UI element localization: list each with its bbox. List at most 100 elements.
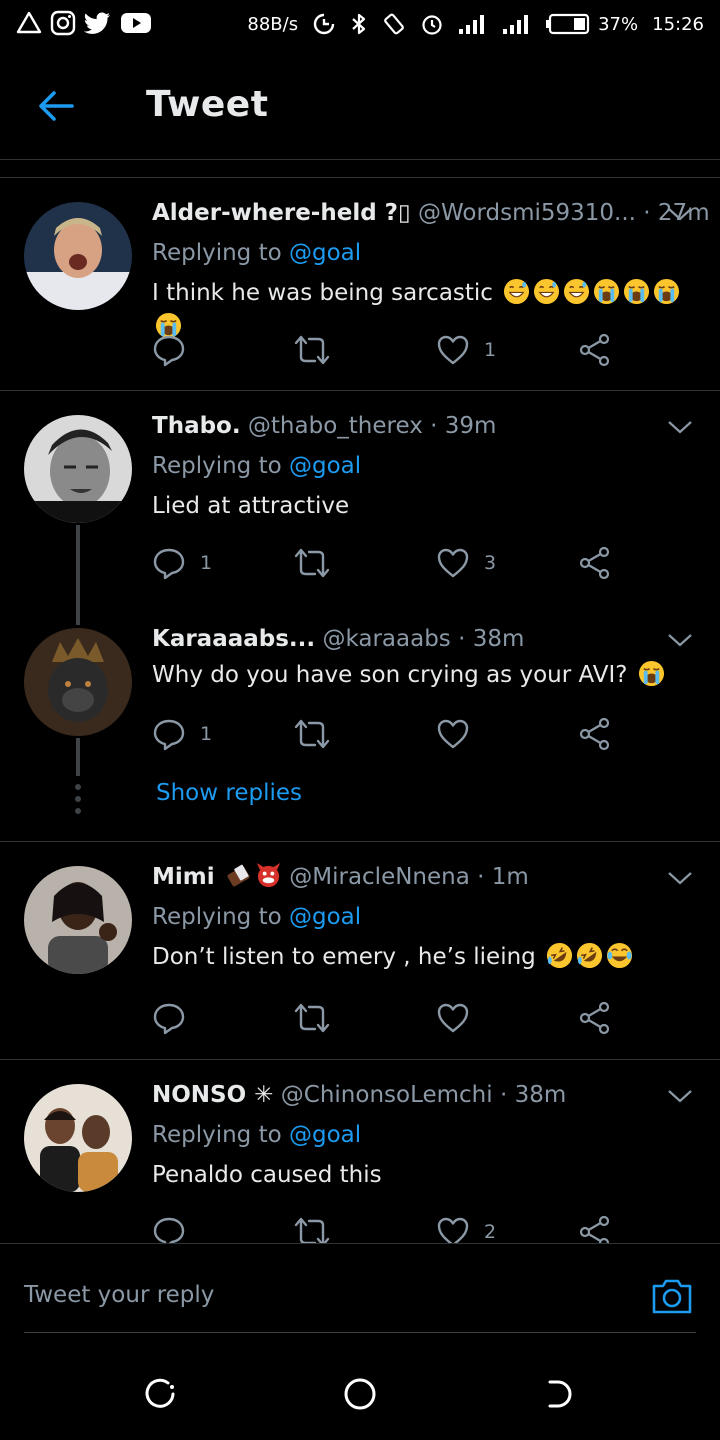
sweat-smile-emoji-icon [564, 278, 590, 305]
retweet-button[interactable] [294, 998, 330, 1038]
mention-link[interactable]: @goal [289, 1122, 361, 1148]
like-button[interactable]: 1 [436, 330, 496, 370]
show-replies-link[interactable]: Show replies [156, 780, 302, 806]
crying-emoji-icon [594, 278, 620, 305]
tweet-text-content: Why do you have son crying as your AVI? [152, 662, 628, 688]
tweet-header: Mimi @MiracleNnena · 1m [152, 860, 700, 894]
share-button[interactable] [578, 543, 612, 583]
nav-back-icon[interactable] [540, 1374, 580, 1414]
retweet-icon [294, 335, 330, 365]
avatar-image [24, 202, 132, 310]
user-handle[interactable]: @karaaabs [322, 626, 450, 652]
like-count: 3 [484, 552, 497, 574]
timestamp: 38m [472, 626, 525, 652]
like-button[interactable] [436, 714, 470, 754]
heart-icon [437, 719, 469, 749]
avatar-image [24, 628, 132, 736]
camera-icon[interactable] [650, 1276, 694, 1316]
share-icon [579, 546, 610, 580]
reply-icon [153, 719, 185, 751]
replying-to: Replying to @goal [152, 1118, 700, 1152]
reply-feed: Alder-where-held ?▯ @Wordsmi59310... · 2… [0, 177, 720, 1243]
tweet-actions: 1 3 [152, 543, 632, 583]
reply-input[interactable]: Tweet your reply [24, 1282, 584, 1308]
avatar[interactable] [24, 866, 132, 974]
chevron-down-icon[interactable] [666, 417, 694, 437]
tweet-actions [152, 998, 632, 1038]
home-circle-icon[interactable] [340, 1374, 380, 1414]
tweet-header: Alder-where-held ?▯ @Wordsmi59310... · 2… [152, 196, 710, 230]
reply-icon [153, 548, 185, 580]
avatar[interactable] [24, 628, 132, 736]
retweet-button[interactable] [294, 714, 330, 754]
retweet-icon [294, 1217, 330, 1243]
timestamp: 39m [444, 413, 497, 439]
avatar[interactable] [24, 1084, 132, 1192]
reply-button[interactable] [152, 1212, 186, 1243]
display-name[interactable]: Mimi [152, 864, 215, 890]
chevron-down-icon[interactable] [666, 204, 694, 224]
user-handle[interactable]: @Wordsmi59310... [418, 200, 636, 226]
chocolate-bar-emoji-icon [227, 864, 250, 887]
arrow-left-icon[interactable] [36, 86, 76, 126]
share-button[interactable] [578, 714, 612, 754]
mention-link[interactable]: @goal [289, 904, 361, 930]
tweet-body: NONSO ✳ @ChinonsoLemchi · 38m Replying t… [152, 1078, 700, 1192]
clock: 15:26 [652, 13, 704, 35]
battery: 37% [546, 13, 638, 35]
system-nav-bar [0, 1350, 720, 1440]
recents-icon[interactable] [140, 1374, 180, 1414]
like-button[interactable] [436, 998, 470, 1038]
avatar[interactable] [24, 202, 132, 310]
thread-connector [76, 525, 80, 625]
display-name[interactable]: Thabo. [152, 413, 241, 439]
retweet-button[interactable] [294, 543, 330, 583]
retweet-icon [294, 719, 330, 749]
chevron-down-icon[interactable] [666, 868, 694, 888]
display-name[interactable]: NONSO ✳ [152, 1082, 273, 1108]
user-handle[interactable]: @MiracleNnena [289, 864, 470, 890]
emoji-group [543, 942, 633, 970]
crying-emoji-icon [624, 278, 650, 305]
like-button[interactable]: 3 [436, 543, 496, 583]
reply-button[interactable] [152, 330, 200, 370]
chevron-down-icon[interactable] [666, 1086, 694, 1106]
share-button[interactable] [578, 998, 612, 1038]
user-handle[interactable]: @thabo_therex [248, 413, 423, 439]
like-button[interactable]: 2 [436, 1212, 496, 1243]
reply-button[interactable] [152, 998, 186, 1038]
retweet-button[interactable] [294, 1212, 330, 1243]
signal-2-icon [503, 15, 529, 34]
twitter-bird-icon [84, 12, 110, 34]
display-name[interactable]: Karaaaabs... [152, 626, 315, 652]
share-button[interactable] [578, 1212, 612, 1243]
replying-to: Replying to @goal [152, 449, 700, 483]
reply-button[interactable]: 1 [152, 714, 212, 754]
notification-icons [16, 10, 152, 36]
divider [0, 1059, 720, 1060]
page-title: Tweet [146, 84, 269, 125]
divider [0, 390, 720, 391]
tweet-text-content: Don’t listen to emery , he’s lieing [152, 944, 536, 970]
chevron-down-icon[interactable] [666, 630, 694, 650]
avatar[interactable] [24, 415, 132, 523]
avatar-image [24, 415, 132, 523]
signal-icon [459, 15, 485, 34]
separator-dot: · [499, 1082, 508, 1108]
avatar-image [24, 866, 132, 974]
tweet-body: Karaaaabs... @karaaabs · 38m Why do you … [152, 622, 700, 692]
mention-link[interactable]: @goal [289, 240, 361, 266]
display-name[interactable]: Alder-where-held ?▯ [152, 200, 411, 226]
user-handle[interactable]: @ChinonsoLemchi [281, 1082, 493, 1108]
crying-emoji-icon [654, 278, 680, 305]
like-count: 1 [484, 339, 497, 361]
heart-icon [437, 548, 469, 578]
mention-link[interactable]: @goal [289, 453, 361, 479]
share-button[interactable] [578, 330, 612, 370]
retweet-button[interactable] [294, 330, 330, 370]
reply-icon [153, 1003, 185, 1035]
replying-prefix: Replying to [152, 453, 282, 479]
warning-icon [16, 11, 42, 34]
thread-connector [76, 738, 80, 776]
reply-button[interactable]: 1 [152, 543, 212, 583]
